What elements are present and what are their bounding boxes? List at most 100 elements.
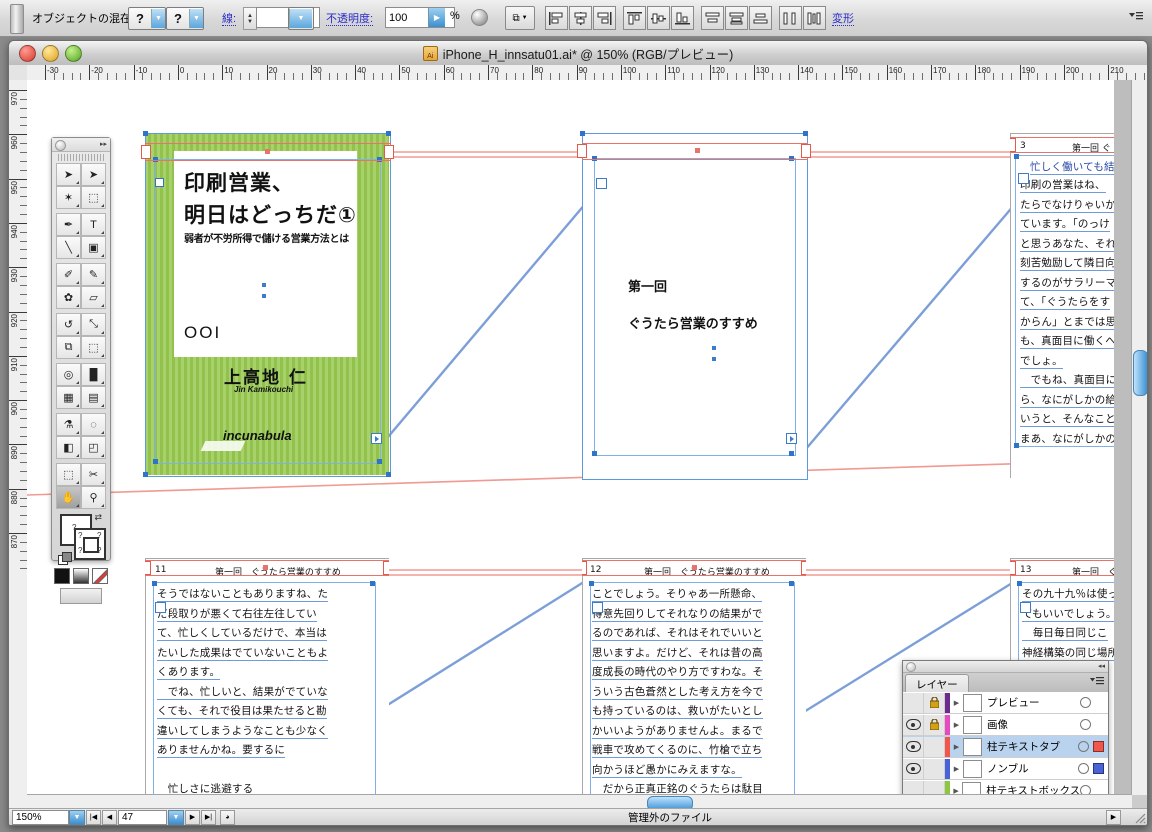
fill-stroke-control[interactable]: ⇄ ? ? ? ? ? bbox=[58, 512, 106, 565]
panel-menu-icon[interactable] bbox=[1128, 10, 1144, 24]
selection-handle[interactable] bbox=[377, 157, 382, 162]
selection-handle[interactable] bbox=[1014, 443, 1019, 448]
slice-tool[interactable]: ✂ bbox=[81, 463, 106, 486]
status-expand-icon[interactable]: ▶ bbox=[1106, 809, 1121, 825]
red-frame-handle[interactable] bbox=[384, 145, 394, 159]
first-page-button[interactable]: |◀ bbox=[86, 809, 101, 825]
page-number-input[interactable]: 47 bbox=[118, 809, 167, 825]
prev-page-button[interactable]: ◀ bbox=[102, 809, 117, 825]
free-transform-tool[interactable]: ⬚ bbox=[81, 336, 106, 359]
gradient-icon[interactable] bbox=[73, 568, 89, 584]
blend-tool[interactable]: ◌ bbox=[81, 413, 106, 436]
red-anchor[interactable] bbox=[692, 565, 697, 570]
artboard-cover[interactable]: 印刷営業、 明日はどっちだ① 弱者が不労所得で儲ける営業方法とは OOI 上高地… bbox=[141, 131, 394, 477]
default-fill-stroke-icon[interactable] bbox=[58, 552, 72, 565]
page-dropdown-icon[interactable]: ▼ bbox=[168, 809, 184, 825]
selection-tool[interactable]: ➤ bbox=[56, 163, 81, 186]
vertical-scroll-thumb[interactable] bbox=[1133, 350, 1147, 396]
layer-name-label[interactable]: 画像 bbox=[987, 717, 1080, 732]
layers-close-icon[interactable] bbox=[906, 662, 916, 672]
width-tool[interactable]: ⧉ bbox=[56, 336, 81, 359]
magic-wand-tool[interactable]: ✶ bbox=[56, 186, 81, 209]
layer-visibility-toggle[interactable] bbox=[903, 758, 924, 779]
red-anchor[interactable] bbox=[265, 149, 270, 154]
red-anchor[interactable] bbox=[263, 565, 268, 570]
selection-handle[interactable] bbox=[592, 156, 597, 161]
scale-tool[interactable]: ⤡ bbox=[81, 313, 106, 336]
layer-lock-toggle[interactable] bbox=[924, 736, 945, 757]
screen-mode-icon[interactable] bbox=[60, 588, 102, 604]
layer-expand-triangle[interactable]: ▶ bbox=[950, 765, 963, 773]
artboard-page12[interactable]: 12 第一回 ぐうたら営業のすすめ ことでしょう。そりゃあ一所懸命、 得意先回りし… bbox=[582, 558, 806, 825]
text-out-port[interactable] bbox=[786, 433, 797, 444]
transform-link[interactable]: 変形 bbox=[832, 13, 854, 26]
opacity-label[interactable]: 不透明度: bbox=[326, 13, 374, 26]
lasso-tool[interactable]: ⬚ bbox=[81, 186, 106, 209]
status-menu-icon[interactable]: ◕ bbox=[220, 809, 235, 825]
pen-tool[interactable]: ✒ bbox=[56, 213, 81, 236]
toolbox-drag-grip[interactable] bbox=[58, 154, 104, 161]
layer-lock-toggle[interactable] bbox=[924, 692, 945, 713]
layer-target-circle[interactable] bbox=[1080, 697, 1091, 708]
text-frame-handle[interactable] bbox=[155, 178, 164, 187]
layer-visibility-toggle[interactable] bbox=[903, 736, 924, 757]
align-top-icon[interactable] bbox=[623, 6, 646, 30]
window-resize-grip[interactable] bbox=[1133, 811, 1146, 824]
layer-row[interactable]: ▶ 柱テキストタブ bbox=[903, 736, 1108, 758]
pencil-tool[interactable]: ✎ bbox=[81, 263, 106, 286]
title-bar[interactable]: Ai iPhone_H_innsatu01.ai* @ 150% (RGB/プレ… bbox=[9, 41, 1147, 66]
paintbrush-tool[interactable]: ✐ bbox=[56, 263, 81, 286]
selection-handle[interactable] bbox=[153, 157, 158, 162]
vertical-ruler[interactable]: 970 960 950 940 930 920 910 900 890 880 870 bbox=[9, 80, 28, 825]
red-frame-handle[interactable] bbox=[141, 145, 151, 159]
horizontal-ruler[interactable]: -30 -20 -10 0 10 20 30 40 50 60 70 80 90 100 110 120 130… bbox=[27, 65, 1147, 81]
toolbox-close-icon[interactable] bbox=[55, 140, 66, 151]
direct-selection-tool[interactable]: ➤ bbox=[81, 163, 106, 186]
rotate-tool[interactable]: ↺ bbox=[56, 313, 81, 336]
selection-handle[interactable] bbox=[386, 472, 391, 477]
layers-collapse-icon[interactable]: ◂◂ bbox=[1098, 662, 1105, 670]
selection-handle[interactable] bbox=[370, 581, 375, 586]
align-right-icon[interactable] bbox=[593, 6, 616, 30]
next-page-button[interactable]: ▶ bbox=[185, 809, 200, 825]
type-tool[interactable]: T bbox=[81, 213, 106, 236]
column-graph-tool[interactable]: █ bbox=[81, 363, 106, 386]
selection-handle[interactable] bbox=[580, 131, 585, 136]
artboard-tool[interactable]: ⬚ bbox=[56, 463, 81, 486]
selection-handle[interactable] bbox=[592, 451, 597, 456]
close-button[interactable] bbox=[19, 45, 36, 62]
stroke-weight-label[interactable]: 線: bbox=[222, 13, 237, 26]
layers-panel-header[interactable]: ◂◂ bbox=[903, 661, 1108, 673]
line-segment-tool[interactable]: ╲ bbox=[56, 236, 81, 259]
symbol-sprayer-tool[interactable]: ◎ bbox=[56, 363, 81, 386]
red-frame-handle[interactable] bbox=[1010, 138, 1016, 152]
selection-handle[interactable] bbox=[153, 459, 158, 464]
mesh-tool[interactable]: ▦ bbox=[56, 386, 81, 409]
selection-handle[interactable] bbox=[143, 131, 148, 136]
layer-name-label[interactable]: プレビュー bbox=[987, 695, 1080, 710]
vertical-scrollbar[interactable] bbox=[1131, 80, 1147, 795]
text-out-port[interactable] bbox=[371, 433, 382, 444]
red-anchor[interactable] bbox=[695, 148, 700, 153]
eraser-tool[interactable]: ▱ bbox=[81, 286, 106, 309]
layer-target-circle[interactable] bbox=[1080, 719, 1091, 730]
fill-swatch-button[interactable]: ? ▼ bbox=[128, 7, 166, 30]
align-bottom-icon[interactable] bbox=[671, 6, 694, 30]
red-frame-handle[interactable] bbox=[582, 561, 587, 575]
layer-name-label[interactable]: 柱テキストタブ bbox=[987, 739, 1078, 754]
control-bar-grip[interactable] bbox=[10, 4, 24, 34]
layer-lock-toggle[interactable] bbox=[924, 714, 945, 735]
layers-panel-menu-icon[interactable] bbox=[1090, 676, 1104, 688]
selection-handle[interactable] bbox=[789, 451, 794, 456]
zoom-dropdown-icon[interactable]: ▼ bbox=[69, 809, 85, 825]
zoom-level-input[interactable]: 150% bbox=[12, 809, 69, 825]
stroke-weight-stepper[interactable]: ▲ ▼ bbox=[243, 7, 257, 30]
live-paint-bucket-tool[interactable]: ◧ bbox=[56, 436, 81, 459]
align-center-h-icon[interactable] bbox=[569, 6, 592, 30]
artboard-page11[interactable]: 11 第一回 ぐうたら営業のすすめ そうではないこともありますね、た だ段取りが悪… bbox=[145, 558, 389, 825]
align-options-button[interactable]: ⧉ ▼ bbox=[505, 6, 535, 30]
selection-handle[interactable] bbox=[386, 131, 391, 136]
swap-fill-stroke-icon[interactable]: ⇄ bbox=[94, 512, 102, 523]
selection-handle[interactable] bbox=[377, 459, 382, 464]
selection-handle[interactable] bbox=[152, 581, 157, 586]
